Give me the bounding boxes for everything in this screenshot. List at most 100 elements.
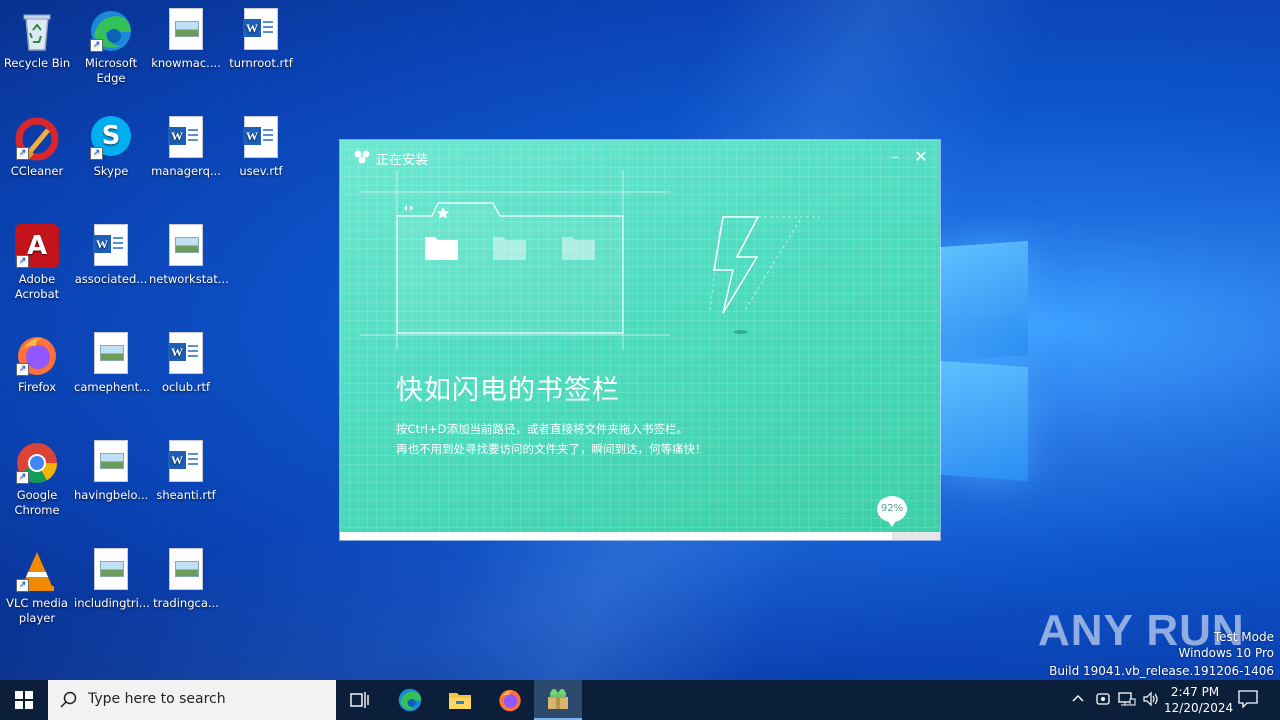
installer-window[interactable]: 正在安装 – ✕ 快如闪电的书签栏 按Ctrl+D添加当前路径，或者直接将文件夹…	[340, 140, 940, 540]
network-button[interactable]	[1118, 691, 1136, 710]
desktop-icon-firefox[interactable]: ↗ Firefox	[0, 326, 74, 395]
app-logo-icon	[353, 149, 371, 169]
desktop-icon-sheanti[interactable]: W sheanti.rtf	[149, 434, 223, 503]
taskbar-edge[interactable]	[386, 680, 434, 720]
edge-icon	[398, 688, 422, 712]
firefox-icon	[499, 689, 521, 712]
desktop-icon-havingbelo[interactable]: havingbelo...	[74, 434, 148, 503]
windows-logo-pane-bottom	[940, 360, 1028, 482]
feature-headline: 快如闪电的书签栏	[396, 375, 620, 406]
clock-time: 2:47 PM	[1170, 685, 1220, 699]
word-document-icon: W	[238, 8, 284, 54]
desktop-icon-camephent[interactable]: camephent...	[74, 326, 151, 395]
icon-label: sheanti.rtf	[156, 488, 216, 502]
desktop-icon-usev[interactable]: W usev.rtf	[224, 110, 298, 179]
icon-label: Adobe Acrobat	[14, 272, 60, 301]
task-view-button[interactable]	[336, 680, 384, 720]
icon-label: havingbelo...	[74, 488, 149, 502]
image-file-icon	[88, 440, 134, 486]
network-icon	[1118, 692, 1136, 706]
watermark-build: Build 19041.vb_release.191206-1406	[1049, 664, 1274, 678]
icon-label: usev.rtf	[239, 164, 283, 178]
close-button[interactable]: ✕	[912, 147, 930, 166]
progress-percent-bubble: 92%	[877, 496, 907, 527]
installer-title: 正在安装	[376, 153, 429, 168]
minimize-button[interactable]: –	[886, 147, 904, 166]
icon-label: turnroot.rtf	[229, 56, 293, 70]
tray-app-icon	[1096, 693, 1110, 705]
desktop-icon-skype[interactable]: S ↗ Skype	[74, 110, 148, 179]
notification-center-button[interactable]	[1238, 690, 1258, 711]
image-file-icon	[163, 224, 209, 270]
icon-label: Firefox	[17, 380, 57, 394]
icon-label: managerq...	[151, 164, 221, 178]
desktop-icon-turnroot[interactable]: W turnroot.rtf	[224, 2, 298, 71]
desktop-icon-recycle-bin[interactable]: Recycle Bin	[0, 2, 74, 71]
word-document-icon: W	[163, 440, 209, 486]
volume-button[interactable]	[1142, 691, 1160, 710]
desktop: Recycle Bin ↗ CCleaner A ↗ Adobe Acrobat…	[0, 0, 1280, 680]
image-file-icon	[88, 548, 134, 594]
installer-app-icon	[548, 689, 568, 709]
windows-start-icon	[15, 691, 33, 709]
search-placeholder: Type here to search	[88, 691, 226, 707]
icon-label: camephent...	[74, 380, 151, 394]
desktop-icon-includingtri[interactable]: includingtri...	[74, 542, 150, 611]
chrome-icon: ↗	[14, 440, 60, 486]
taskbar: Type here to search 2:47 PM 12/20/2024	[0, 680, 1280, 720]
folder-icon	[449, 693, 471, 709]
feature-description-line2: 再也不用到处寻找要访问的文件夹了，瞬间到达，何等痛快！	[396, 442, 707, 456]
speaker-icon	[1143, 691, 1158, 707]
windows-logo-pane-top	[940, 240, 1028, 362]
icon-label: associated...	[74, 272, 148, 286]
clock[interactable]: 2:47 PM 12/20/2024	[1164, 684, 1233, 716]
taskbar-installer-app[interactable]	[534, 680, 582, 720]
adobe-acrobat-icon: A ↗	[14, 224, 60, 270]
ccleaner-icon: ↗	[14, 116, 60, 162]
watermark-edition: Windows 10 Pro	[1178, 646, 1274, 660]
desktop-icon-networkstat[interactable]: networkstat...	[149, 218, 229, 287]
icon-label: includingtri...	[74, 596, 150, 610]
icon-label: CCleaner	[10, 164, 64, 178]
icon-label: networkstat...	[149, 272, 229, 286]
desktop-icon-microsoft-edge[interactable]: ↗ Microsoft Edge	[74, 2, 148, 86]
icon-label: knowmac....	[151, 56, 221, 70]
icon-label: oclub.rtf	[161, 380, 211, 394]
recycle-bin-icon	[14, 8, 60, 54]
icon-label: Microsoft Edge	[84, 56, 138, 85]
vlc-icon: ↗	[14, 548, 60, 594]
word-document-icon: W	[88, 224, 134, 270]
taskbar-firefox[interactable]	[486, 680, 534, 720]
desktop-icon-tradingca[interactable]: tradingca...	[149, 542, 223, 611]
task-view-icon	[350, 692, 369, 708]
desktop-icon-associated[interactable]: W associated...	[74, 218, 148, 287]
desktop-icon-adobe-acrobat[interactable]: A ↗ Adobe Acrobat	[0, 218, 74, 302]
desktop-icon-ccleaner[interactable]: ↗ CCleaner	[0, 110, 74, 179]
firefox-icon: ↗	[14, 332, 60, 378]
word-document-icon: W	[163, 332, 209, 378]
watermark-test-mode: Test Mode	[1213, 630, 1274, 644]
edge-icon: ↗	[88, 8, 134, 54]
notification-icon	[1238, 690, 1258, 709]
icon-label: Google Chrome	[14, 488, 60, 517]
icon-label: VLC media player	[6, 596, 68, 625]
show-hidden-icons-button[interactable]	[1071, 691, 1085, 708]
desktop-icon-vlc[interactable]: ↗ VLC media player	[0, 542, 74, 626]
desktop-icon-google-chrome[interactable]: ↗ Google Chrome	[0, 434, 74, 518]
icon-label: tradingca...	[153, 596, 219, 610]
image-file-icon	[88, 332, 134, 378]
search-icon	[60, 691, 77, 708]
word-document-icon: W	[163, 116, 209, 162]
start-button[interactable]	[0, 680, 48, 720]
skype-icon: S ↗	[88, 116, 134, 162]
bookmark-illustration	[360, 170, 820, 350]
chevron-up-icon	[1072, 694, 1084, 702]
image-file-icon	[163, 8, 209, 54]
icon-label: Skype	[93, 164, 129, 178]
taskbar-file-explorer[interactable]	[436, 680, 484, 720]
taskbar-search-box[interactable]: Type here to search	[48, 680, 336, 720]
desktop-icon-managerq[interactable]: W managerq...	[149, 110, 223, 179]
desktop-icon-oclub[interactable]: W oclub.rtf	[149, 326, 223, 395]
desktop-icon-knowmac[interactable]: knowmac....	[149, 2, 223, 71]
tray-app-button[interactable]	[1095, 691, 1111, 710]
